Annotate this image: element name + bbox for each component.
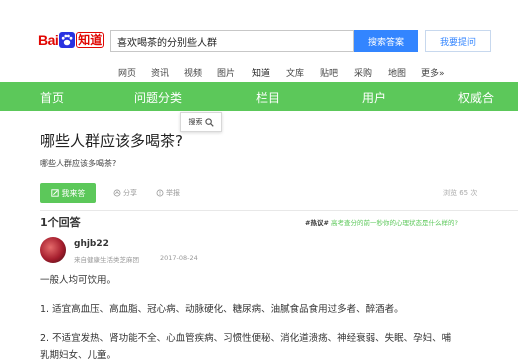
section-divider <box>40 210 518 211</box>
category-nav: 网页 资讯 视频 图片 知道 文库 贴吧 采购 地图 更多» <box>0 60 518 84</box>
baidu-zhidao-logo[interactable]: Bai 知道 <box>38 29 105 51</box>
baidu-paw-icon <box>59 32 76 48</box>
nav-video[interactable]: 视频 <box>184 66 202 79</box>
ask-question-button[interactable]: 我要提问 <box>425 30 491 52</box>
answer-count: 1个回答 <box>40 216 81 229</box>
search-input[interactable] <box>111 31 353 52</box>
nav-news[interactable]: 资讯 <box>151 66 169 79</box>
question-description: 哪些人群应该多喝茶? <box>40 159 117 168</box>
share-link[interactable]: 分享 <box>113 188 137 198</box>
channel-columns[interactable]: 栏目 <box>256 89 280 106</box>
nav-more[interactable]: 更多» <box>421 66 445 79</box>
trending-tag: #热议# <box>305 219 329 227</box>
answer-username[interactable]: ghjb22 <box>74 239 109 249</box>
channel-authority[interactable]: 权威合 <box>458 89 494 106</box>
avatar[interactable] <box>40 237 66 263</box>
report-link[interactable]: 举报 <box>156 188 180 198</box>
channel-bar: 首页 问题分类 栏目 用户 权威合 <box>0 82 518 111</box>
logo-text-zhidao: 知道 <box>76 32 105 48</box>
trending-text: 高考查分的前一秒你的心理状态是什么样的? <box>330 219 458 227</box>
trending-topic-link[interactable]: #热议# 高考查分的前一秒你的心理状态是什么样的? <box>305 217 458 227</box>
answer-button[interactable]: 我来答 <box>40 183 96 203</box>
nav-wenku[interactable]: 文库 <box>286 66 304 79</box>
magnifier-icon <box>204 117 214 127</box>
edit-icon <box>50 189 59 197</box>
nav-images[interactable]: 图片 <box>217 66 235 79</box>
share-label: 分享 <box>123 189 137 197</box>
chip-label: 搜索 <box>188 118 203 126</box>
search-answers-button[interactable]: 搜索答案 <box>354 30 418 52</box>
report-label: 举报 <box>166 189 180 197</box>
site-header: Bai 知道 搜索答案 我要提问 <box>0 0 518 60</box>
answer-button-label: 我来答 <box>61 188 86 198</box>
answer-paragraph-3a: 2. 不适宜发热、肾功能不全、心血管疾病、习惯性便秘、消化道溃疡、神经衰弱、失眠… <box>40 333 452 344</box>
user-team-label[interactable]: 来自健康生活类芝麻团 <box>74 254 139 264</box>
search-box <box>110 30 354 52</box>
share-icon <box>113 189 121 197</box>
floating-search-chip[interactable]: 搜索 <box>180 112 222 132</box>
warning-icon <box>156 189 164 197</box>
channel-home[interactable]: 首页 <box>40 89 64 106</box>
channel-categories[interactable]: 问题分类 <box>134 89 182 106</box>
answer-date: 2017-08-24 <box>160 254 198 262</box>
answer-paragraph-2: 1. 适宜高血压、高血脂、冠心病、动脉硬化、糖尿病、油腻食品食用过多者、醉酒者。 <box>40 304 404 315</box>
answer-paragraph-3b: 乳期妇女、儿童。 <box>40 350 117 361</box>
answer-paragraph-1: 一般人均可饮用。 <box>40 275 117 286</box>
logo-text-bai: Bai <box>38 32 59 48</box>
channel-users[interactable]: 用户 <box>362 89 386 106</box>
nav-map[interactable]: 地图 <box>388 66 406 79</box>
nav-caigou[interactable]: 采购 <box>354 66 372 79</box>
question-title: 哪些人群应该多喝茶? <box>40 132 183 150</box>
nav-web[interactable]: 网页 <box>118 66 136 79</box>
nav-tieba[interactable]: 贴吧 <box>320 66 338 79</box>
view-count: 浏览 65 次 <box>443 189 478 197</box>
